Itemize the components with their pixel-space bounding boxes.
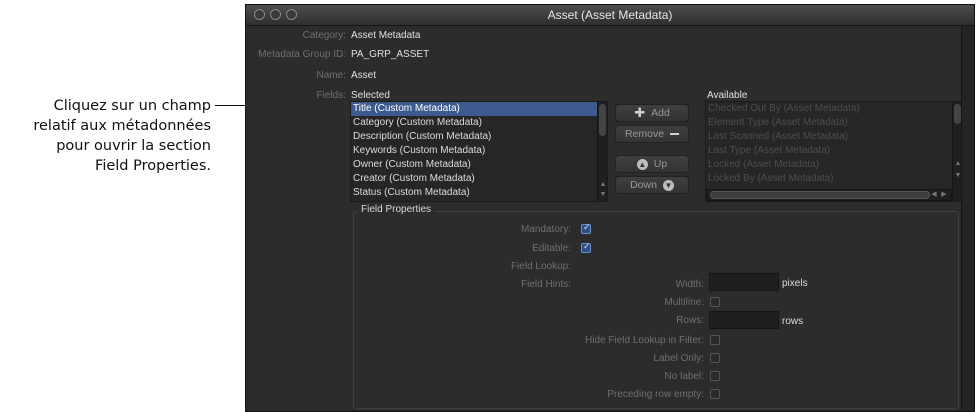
remove-button[interactable]: Remove <box>615 125 689 143</box>
callout-line-4: Field Properties. <box>95 158 211 174</box>
selected-field-item[interactable]: Creator (Custom Metadata) <box>351 172 607 186</box>
width-label: Width: <box>675 279 704 290</box>
arrow-up-icon: ▲ <box>636 158 648 170</box>
available-scroll-thumb[interactable] <box>954 104 961 124</box>
available-field-item[interactable]: Locked (Asset Metadata) <box>706 158 962 172</box>
scroll-up-arrow-icon[interactable]: ▲ <box>598 181 607 189</box>
asset-metadata-window: Asset (Asset Metadata) Category: Asset M… <box>245 4 975 412</box>
selected-field-item[interactable]: Keywords (Custom Metadata) <box>351 144 607 158</box>
rows-unit: rows <box>782 316 804 327</box>
callout-leader-line <box>215 105 245 106</box>
selected-field-item[interactable]: Owner (Custom Metadata) <box>351 158 607 172</box>
rows-field[interactable] <box>709 311 779 329</box>
scroll-right-arrow-icon[interactable]: ▶ <box>939 191 949 199</box>
add-button[interactable]: ✚ Add <box>615 104 689 122</box>
group-id-label: Metadata Group ID: <box>258 49 346 60</box>
mandatory-label: Mandatory: <box>520 224 571 235</box>
preceding-row-empty-label: Preceding row empty: <box>607 389 704 400</box>
available-horizontal-scrollbar[interactable]: ◀ ▶ <box>706 189 952 201</box>
available-field-item[interactable]: Checked Out By (Asset Metadata) <box>706 102 962 116</box>
hide-field-lookup-checkbox[interactable] <box>710 335 720 345</box>
selected-field-item[interactable]: Status (Custom Metadata) <box>351 186 607 200</box>
title-bar[interactable]: Asset (Asset Metadata) <box>246 5 974 26</box>
preceding-row-empty-checkbox[interactable] <box>710 389 720 399</box>
mandatory-checkbox[interactable] <box>581 222 591 234</box>
selected-scroll-thumb[interactable] <box>599 104 606 136</box>
label-only-label: Label Only: <box>653 353 704 364</box>
selected-field-item[interactable]: Description (Custom Metadata) <box>351 130 607 144</box>
name-label: Name: <box>316 70 346 81</box>
fields-label: Fields: <box>316 90 346 101</box>
field-properties-title: Field Properties <box>358 204 435 215</box>
multiline-checkbox[interactable] <box>710 297 720 307</box>
down-button-label: Down <box>630 179 657 191</box>
minus-icon <box>670 133 680 135</box>
available-header: Available <box>707 90 748 101</box>
rows-label: Rows: <box>676 315 704 326</box>
label-only-checkbox[interactable] <box>710 353 720 363</box>
editable-checkbox[interactable] <box>581 241 591 253</box>
scroll-left-arrow-icon[interactable]: ◀ <box>929 191 939 199</box>
selected-header: Selected <box>351 90 390 101</box>
hide-field-lookup-label: Hide Field Lookup in Filter: <box>585 335 704 346</box>
name-value: Asset <box>351 70 377 81</box>
up-button-label: Up <box>653 158 668 170</box>
selected-list-scrollbar[interactable]: ▲ ▼ <box>597 102 607 201</box>
available-field-item[interactable]: Element Type (Asset Metadata) <box>706 116 962 130</box>
category-value: Asset Metadata <box>351 30 421 41</box>
no-label-checkbox[interactable] <box>710 371 720 381</box>
move-down-button[interactable]: Down ▼ <box>615 176 689 194</box>
multiline-label: Multiline: <box>664 297 704 308</box>
horizontal-scroll-thumb[interactable] <box>710 191 930 199</box>
window-title: Asset (Asset Metadata) <box>547 8 673 22</box>
callout-text: Cliquez sur un champ relatif aux métadon… <box>0 96 211 176</box>
plus-icon: ✚ <box>634 105 646 120</box>
callout-line-1: Cliquez sur un champ <box>53 98 211 114</box>
window-vertical-scrollbar[interactable] <box>961 26 974 411</box>
width-field[interactable] <box>709 273 779 291</box>
group-id-value: PA_GRP_ASSET <box>351 49 430 60</box>
editable-label: Editable: <box>532 243 571 254</box>
field-lookup-label: Field Lookup: <box>510 261 571 272</box>
available-fields-list[interactable]: Checked Out By (Asset Metadata) Element T… <box>705 101 963 202</box>
category-label: Category: <box>302 30 346 41</box>
remove-button-label: Remove <box>624 128 665 140</box>
callout-line-3: pour ouvrir la section <box>56 138 211 154</box>
no-label-label: No label: <box>664 371 704 382</box>
available-field-item[interactable]: Last Type (Asset Metadata) <box>706 144 962 158</box>
selected-fields-list[interactable]: Title (Custom Metadata) Category (Custom … <box>350 101 608 202</box>
available-field-item[interactable]: Last Scanned (Asset Metadata) <box>706 130 962 144</box>
available-field-item[interactable]: Locked By (Asset Metadata) <box>706 172 962 186</box>
selected-field-item[interactable]: Title (Custom Metadata) <box>351 102 607 116</box>
selected-field-item[interactable]: Category (Custom Metadata) <box>351 116 607 130</box>
arrow-down-icon: ▼ <box>662 179 674 191</box>
scroll-down-arrow-icon[interactable]: ▼ <box>598 191 607 199</box>
width-unit: pixels <box>782 278 808 289</box>
move-up-button[interactable]: ▲ Up <box>615 155 689 173</box>
callout-line-2: relatif aux métadonnées <box>33 118 211 134</box>
add-button-label: Add <box>651 107 670 119</box>
